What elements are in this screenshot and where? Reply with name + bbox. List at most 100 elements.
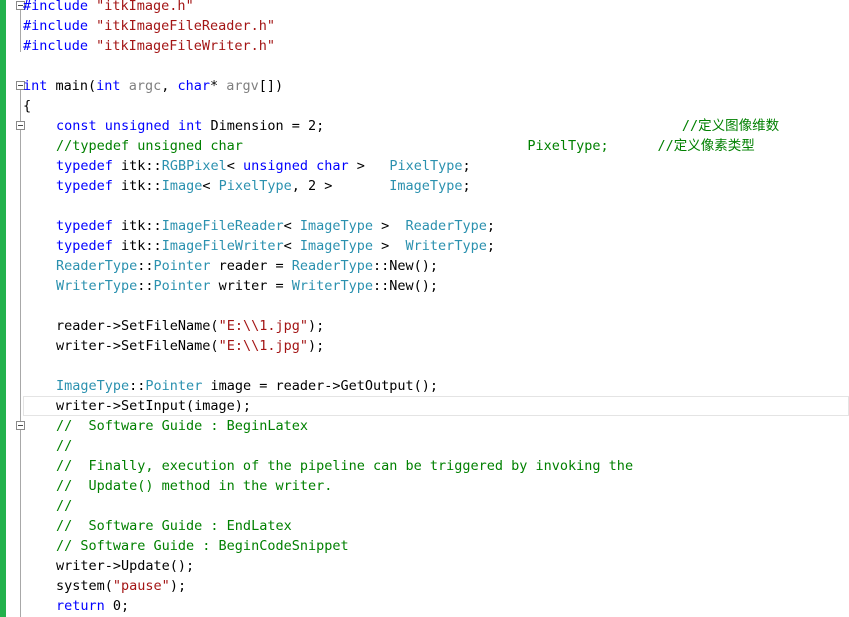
outlining-gutter (6, 0, 25, 617)
code-token: itk:: (112, 218, 162, 234)
code-token: ReaderType (56, 258, 138, 274)
code-token: // Software Guide : BeginLatex (56, 418, 308, 434)
code-token: ; (462, 158, 471, 174)
code-token: WriterType (405, 238, 487, 254)
code-token: WriterType (291, 278, 374, 294)
code-token: "itkImageFileWriter.h" (88, 38, 275, 54)
code-token: typedef (56, 178, 113, 194)
code-line[interactable]: { (23, 96, 31, 116)
code-token: return (56, 598, 105, 614)
code-token: > (348, 158, 390, 174)
code-token: unsigned (242, 158, 309, 174)
code-token: ; (486, 238, 495, 254)
code-token: itk:: (112, 158, 162, 174)
code-line[interactable]: ReaderType::Pointer reader = ReaderType:… (56, 256, 438, 276)
code-token: reader->SetFileName( (56, 318, 219, 334)
code-token: ::New(); (373, 278, 439, 294)
code-line[interactable]: // Software Guide : EndLatex (56, 516, 292, 536)
code-token: itk:: (112, 238, 162, 254)
code-token: ::New(); (373, 258, 439, 274)
code-line[interactable]: reader->SetFileName("E:\\1.jpg"); (56, 316, 324, 336)
code-token: // (56, 498, 73, 514)
code-token: // (56, 438, 73, 454)
code-token: char (316, 158, 349, 174)
code-token: > (373, 238, 406, 254)
code-token: "E:\\1.jpg" (218, 338, 308, 354)
code-line[interactable]: // (56, 496, 72, 516)
code-line[interactable]: #include "itkImageFileWriter.h" (23, 36, 275, 56)
code-token: argv (226, 78, 259, 94)
code-token: :: (129, 378, 146, 394)
code-line[interactable]: WriterType::Pointer writer = WriterType:… (56, 276, 438, 296)
code-token: 0; (104, 598, 130, 614)
code-token: "E:\\1.jpg" (218, 318, 308, 334)
code-line[interactable]: system("pause"); (56, 576, 186, 596)
code-line[interactable]: writer->SetFileName("E:\\1.jpg"); (56, 336, 324, 356)
code-token: * (210, 78, 227, 94)
code-token: PixelType (218, 178, 292, 194)
code-line[interactable]: typedef itk::Image< PixelType, 2 > Image… (56, 176, 471, 196)
code-line[interactable]: #include "itkImage.h" (23, 0, 194, 16)
code-token: :: (137, 278, 154, 294)
code-token: writer = (210, 278, 292, 294)
code-token: < (283, 218, 300, 234)
code-token: , (161, 78, 178, 94)
code-token: typedef (56, 218, 113, 234)
code-token: PixelType (389, 158, 463, 174)
code-line[interactable]: return 0; (56, 596, 129, 616)
code-token: ReaderType (405, 218, 487, 234)
code-token: Dimension = 2; (202, 118, 682, 134)
code-token: // Finally, execution of the pipeline ca… (56, 458, 634, 474)
code-token: ); (307, 318, 325, 334)
code-token: , 2 > (291, 178, 390, 194)
code-token: char (177, 78, 210, 94)
code-token: RGBPixel (161, 158, 227, 174)
code-token: []) (258, 78, 284, 94)
code-token: #include (23, 18, 89, 34)
code-token: ); (169, 578, 187, 594)
code-line[interactable]: writer->SetInput(image); (56, 396, 251, 416)
code-token: //typedef unsigned char (56, 138, 528, 154)
code-line[interactable]: // Update() method in the writer. (56, 476, 332, 496)
code-token: ImageFileWriter (161, 238, 284, 254)
code-line[interactable]: const unsigned int Dimension = 2; //定义图像… (56, 116, 779, 136)
code-token: typedef (56, 158, 113, 174)
code-line[interactable]: ImageType::Pointer image = reader->GetOu… (56, 376, 438, 396)
code-line[interactable]: typedef itk::RGBPixel< unsigned char > P… (56, 156, 471, 176)
code-token: int (23, 78, 48, 94)
code-line[interactable]: int main(int argc, char* argv[]) (23, 76, 283, 96)
code-token: "itkImageFileReader.h" (88, 18, 275, 34)
code-line[interactable]: //typedef unsigned char PixelType; //定义像… (56, 136, 755, 156)
code-line[interactable]: // Finally, execution of the pipeline ca… (56, 456, 633, 476)
code-token: ImageFileReader (161, 218, 284, 234)
code-editor[interactable]: #include "itkImage.h" #include "itkImageF… (23, 0, 849, 617)
code-token: < (202, 178, 219, 194)
code-token: ImageType (299, 218, 374, 234)
code-token: WriterType (56, 278, 138, 294)
code-line[interactable]: // Software Guide : BeginLatex (56, 416, 308, 436)
code-line[interactable]: writer->Update(); (56, 556, 194, 576)
code-token: > (373, 218, 406, 234)
code-token: :: (137, 258, 154, 274)
code-line[interactable]: // (56, 436, 72, 456)
code-token: { (23, 98, 32, 114)
code-token: image = reader->GetOutput(); (202, 378, 439, 394)
code-token: main( (47, 78, 97, 94)
code-line[interactable]: // Software Guide : BeginCodeSnippet (56, 536, 349, 556)
code-line[interactable]: typedef itk::ImageFileWriter< ImageType … (56, 236, 495, 256)
code-token: writer->Update(); (56, 558, 195, 574)
code-line[interactable]: typedef itk::ImageFileReader< ImageType … (56, 216, 495, 236)
code-line[interactable]: #include "itkImageFileReader.h" (23, 16, 275, 36)
code-token: ); (307, 338, 325, 354)
code-token: "pause" (112, 578, 170, 594)
code-token: "itkImage.h" (88, 0, 194, 14)
code-token: Pointer (145, 378, 203, 394)
code-token: writer->SetInput(image); (56, 398, 252, 414)
code-token: ImageType (299, 238, 374, 254)
code-token: // Software Guide : BeginCodeSnippet (56, 538, 349, 554)
code-token: #include (23, 0, 89, 14)
code-token: #include (23, 38, 89, 54)
